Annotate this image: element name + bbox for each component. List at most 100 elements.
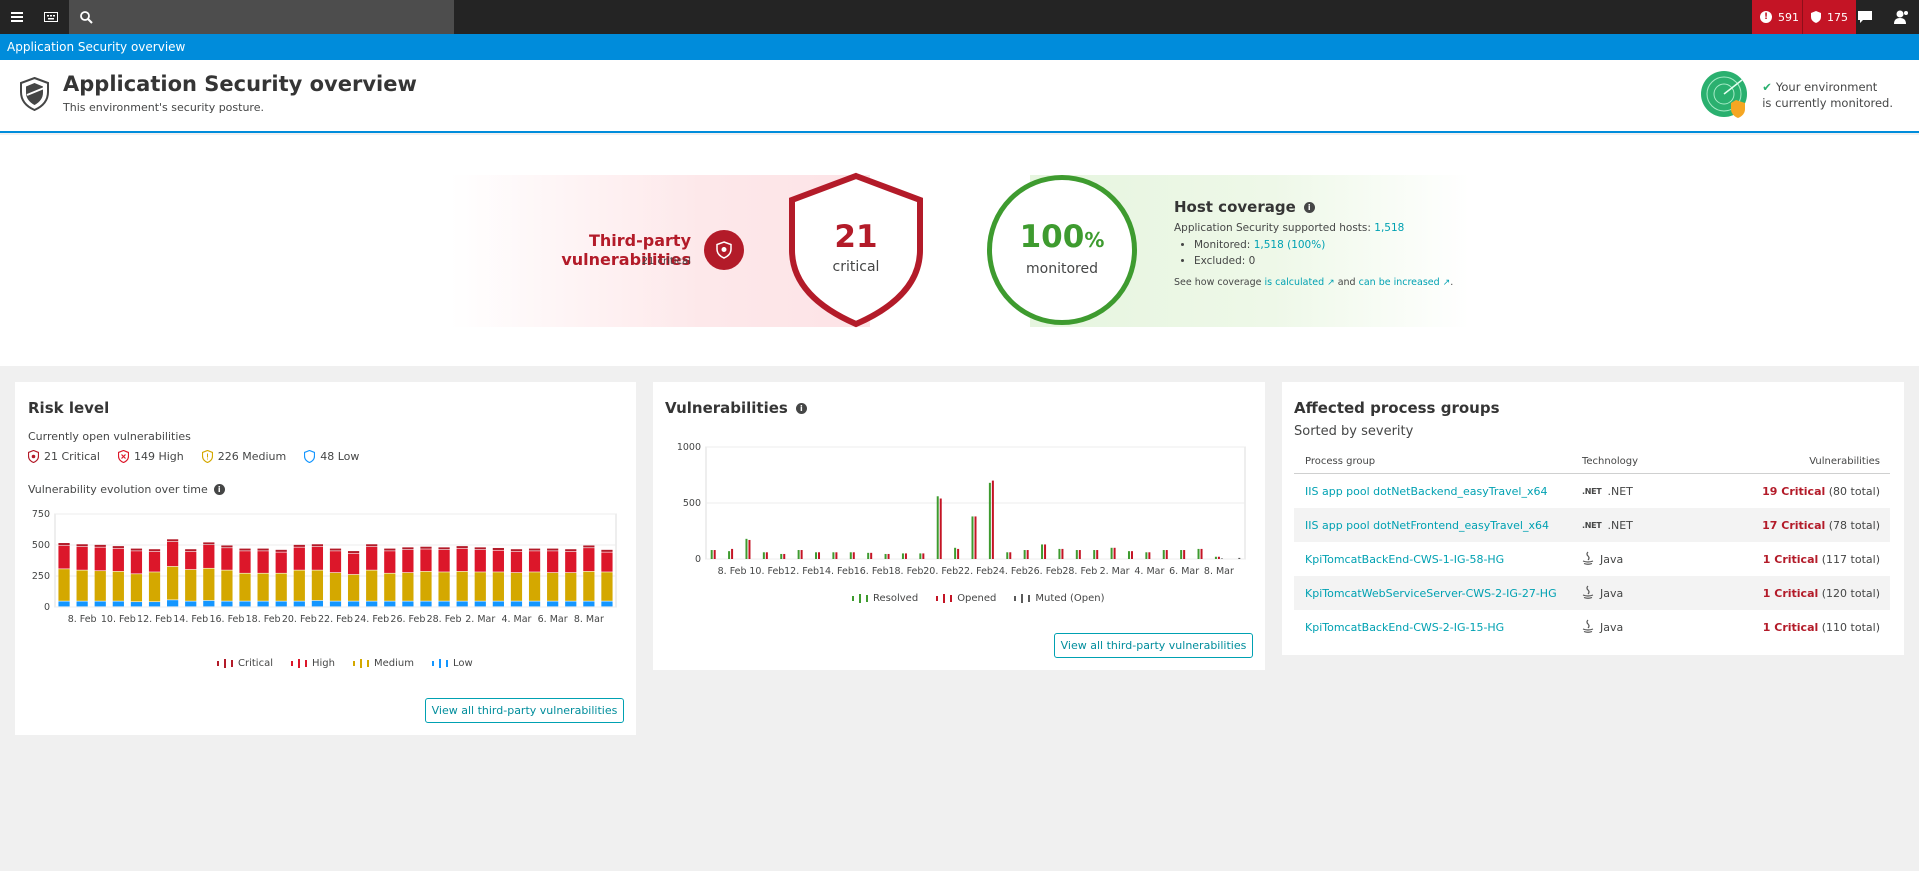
monitored-hosts-label: Monitored: bbox=[1194, 239, 1251, 251]
total-count: (78 total) bbox=[1825, 518, 1880, 532]
calculated-link[interactable]: is calculated ↗ bbox=[1265, 277, 1335, 288]
user-icon[interactable] bbox=[1884, 0, 1918, 34]
legend-opened[interactable]: Opened bbox=[936, 593, 996, 604]
bar-opened bbox=[870, 552, 873, 559]
page-subtitle: This environment's security posture. bbox=[63, 101, 264, 114]
bar-medium bbox=[58, 569, 70, 601]
bar-opened bbox=[939, 498, 942, 559]
bar-resolved bbox=[954, 547, 957, 559]
vulnerabilities-card: Vulnerabilities i 0 500 1000 8. Feb 10. Feb 12… bbox=[653, 382, 1265, 670]
critical-count-item: 21 Critical bbox=[28, 450, 100, 463]
chat-icon[interactable] bbox=[1848, 0, 1882, 34]
bar-opened bbox=[1217, 556, 1220, 559]
bar-opened bbox=[922, 553, 925, 559]
external-link-icon: ↗ bbox=[1327, 278, 1335, 288]
bar-opened bbox=[1183, 550, 1186, 559]
critical-shield-icon bbox=[28, 450, 39, 463]
col-vulnerabilities[interactable]: Vulnerabilities bbox=[1712, 456, 1890, 467]
y-tick-label: 250 bbox=[32, 571, 50, 582]
open-vulns-label: Currently open vulnerabilities bbox=[28, 430, 191, 443]
bar-high bbox=[384, 551, 396, 573]
bar-critical bbox=[601, 549, 613, 552]
process-group-link[interactable]: IIS app pool dotNetBackend_easyTravel_x6… bbox=[1294, 485, 1582, 498]
process-group-link[interactable]: KpiTomcatBackEnd-CWS-2-IG-15-HG bbox=[1294, 621, 1582, 634]
bar-resolved bbox=[1058, 548, 1061, 559]
keyboard-icon[interactable] bbox=[34, 0, 68, 34]
bar-opened bbox=[887, 553, 890, 559]
bar-resolved bbox=[728, 551, 731, 559]
legend-resolved[interactable]: Resolved bbox=[852, 593, 918, 604]
bar-resolved bbox=[867, 552, 870, 559]
x-tick-label: 10. Feb bbox=[101, 614, 136, 625]
bar-opened bbox=[835, 552, 838, 559]
bar-resolved bbox=[1162, 550, 1165, 559]
view-all-vulns-button[interactable]: View all third-party vulnerabilities bbox=[425, 698, 624, 723]
col-technology[interactable]: Technology bbox=[1582, 456, 1712, 467]
problems-count: 591 bbox=[1778, 10, 1799, 24]
view-all-vulns-button[interactable]: View all third-party vulnerabilities bbox=[1054, 633, 1253, 658]
bar-opened bbox=[1096, 550, 1099, 559]
table-row: IIS app pool dotNetBackend_easyTravel_x6… bbox=[1294, 474, 1890, 508]
col-process-group[interactable]: Process group bbox=[1294, 456, 1582, 467]
java-icon bbox=[1582, 585, 1594, 602]
monitored-hosts-link[interactable]: 1,518 (100%) bbox=[1254, 239, 1326, 251]
bar-icon bbox=[217, 659, 233, 668]
problems-badge[interactable]: ! 591 bbox=[1752, 0, 1807, 34]
increased-link[interactable]: can be increased ↗ bbox=[1359, 277, 1451, 288]
x-tick-label: 8. Feb bbox=[68, 614, 97, 625]
bar-resolved bbox=[884, 553, 887, 559]
bar-high bbox=[112, 548, 124, 572]
process-group-link[interactable]: KpiTomcatWebServiceServer-CWS-2-IG-27-HG bbox=[1294, 587, 1582, 600]
bar-critical bbox=[347, 551, 360, 554]
bar-high bbox=[94, 547, 106, 571]
supported-hosts-label: Application Security supported hosts: bbox=[1174, 222, 1371, 234]
bar-resolved bbox=[1075, 550, 1078, 559]
bar-medium bbox=[601, 572, 613, 601]
page-breadcrumb: Application Security overview bbox=[0, 34, 1919, 60]
x-tick-label: 24. Feb bbox=[354, 614, 389, 625]
legend-opened-label: Opened bbox=[957, 593, 997, 604]
supported-hosts-link[interactable]: 1,518 bbox=[1374, 222, 1404, 234]
legend-low[interactable]: Low bbox=[431, 658, 473, 669]
x-tick-label: 14. Feb bbox=[173, 614, 208, 625]
low-count-item: 48 Low bbox=[304, 450, 359, 463]
bar-medium bbox=[239, 573, 251, 601]
technology-cell: .NET .NET bbox=[1582, 519, 1712, 532]
alert-icon: ! bbox=[1760, 11, 1772, 23]
process-group-link[interactable]: KpiTomcatBackEnd-CWS-1-IG-58-HG bbox=[1294, 553, 1582, 566]
risk-level-card: Risk level Currently open vulnerabilitie… bbox=[15, 382, 636, 735]
bar-high bbox=[167, 541, 179, 567]
bar-low bbox=[257, 601, 269, 607]
bar-low bbox=[547, 601, 559, 607]
bar-high bbox=[528, 551, 541, 572]
monitored-unit: % bbox=[1084, 228, 1105, 252]
legend-critical[interactable]: Critical bbox=[217, 658, 273, 669]
bar-resolved bbox=[815, 552, 818, 559]
table-row: KpiTomcatBackEnd-CWS-2-IG-15-HG Java 1 Cri… bbox=[1294, 610, 1890, 644]
bar-opened bbox=[783, 553, 786, 559]
legend-muted[interactable]: Muted (Open) bbox=[1014, 593, 1104, 604]
technology-label: .NET bbox=[1607, 484, 1633, 498]
bar-medium bbox=[311, 570, 324, 601]
legend-medium[interactable]: Medium bbox=[352, 658, 414, 669]
bar-medium bbox=[366, 570, 378, 601]
bar-icon bbox=[290, 659, 307, 668]
vulnerabilities-chart: 0 500 1000 8. Feb 10. Feb 12. Feb 14. Feb 16. F… bbox=[677, 442, 1246, 577]
bar-critical bbox=[547, 548, 559, 551]
bar-medium bbox=[347, 574, 360, 601]
hamburger-icon[interactable] bbox=[0, 0, 34, 34]
bar-low bbox=[601, 601, 613, 607]
legend-high[interactable]: High bbox=[290, 658, 335, 669]
technology-label: Java bbox=[1600, 586, 1624, 600]
info-icon[interactable]: i bbox=[213, 484, 225, 495]
bar-high bbox=[492, 550, 504, 572]
info-icon[interactable]: i bbox=[795, 402, 807, 414]
bar-opened bbox=[852, 552, 855, 559]
process-group-link[interactable]: IIS app pool dotNetFrontend_easyTravel_x… bbox=[1294, 519, 1582, 532]
bar-opened bbox=[957, 548, 960, 559]
bar-resolved bbox=[901, 553, 904, 559]
search-input[interactable] bbox=[69, 0, 454, 34]
high-shield-icon bbox=[117, 450, 129, 463]
monitored-percent: 100% bbox=[987, 219, 1137, 255]
info-icon[interactable]: i bbox=[1303, 201, 1315, 213]
